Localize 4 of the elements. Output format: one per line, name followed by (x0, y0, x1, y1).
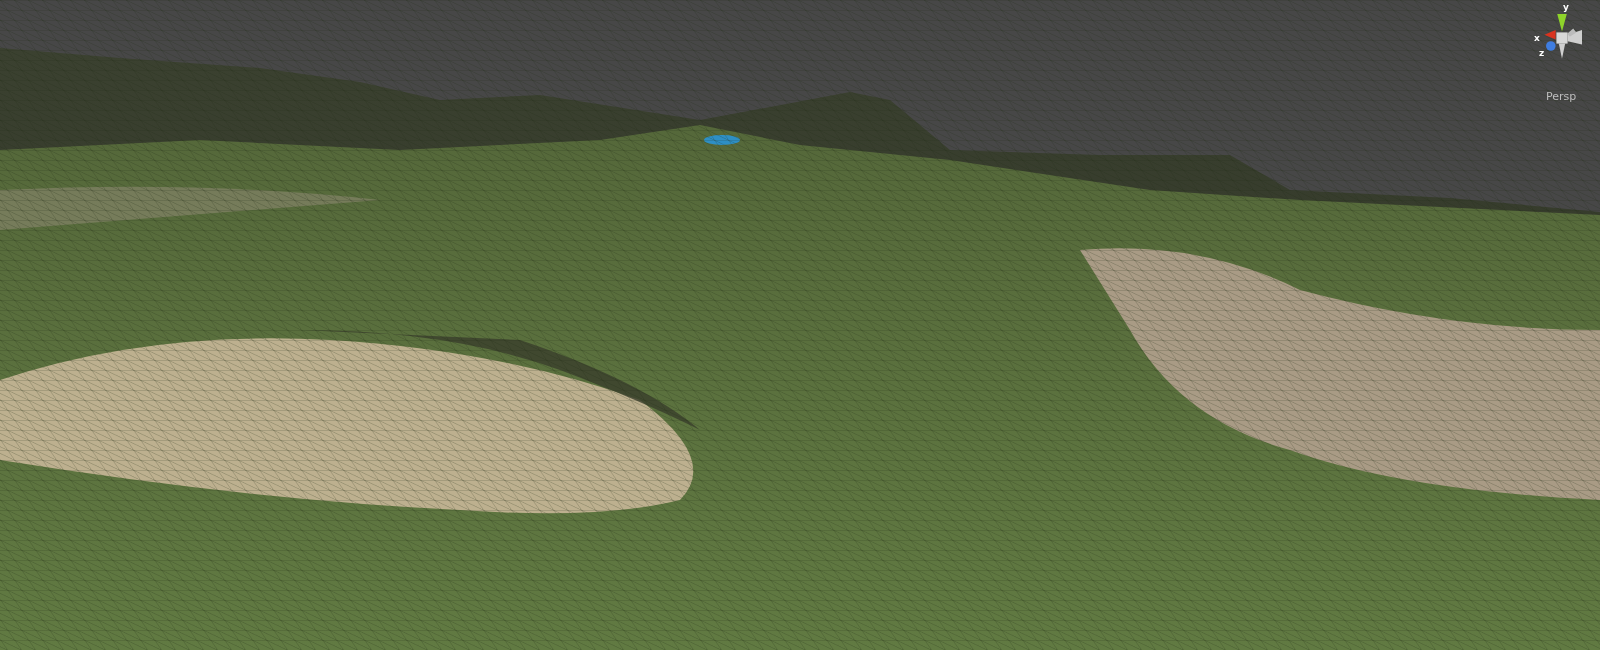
projection-label[interactable]: Persp (1546, 90, 1577, 103)
axis-label: z (1539, 48, 1545, 58)
axis-label: y (1563, 2, 1569, 12)
axis-label: x (1534, 33, 1540, 43)
